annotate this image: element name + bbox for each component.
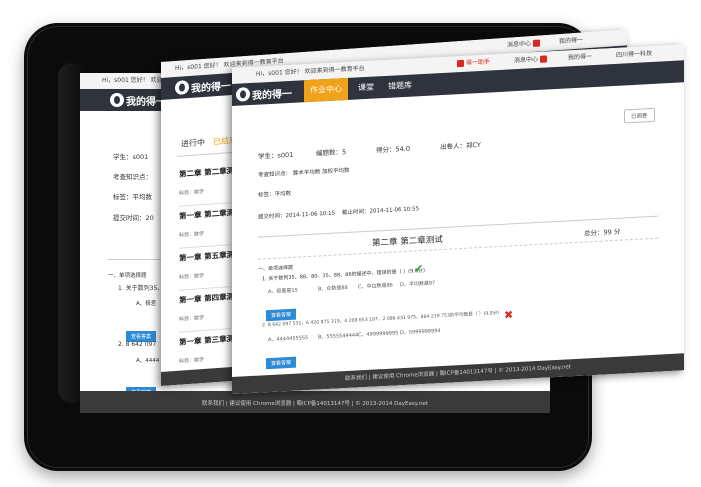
region-menu[interactable]: 四川得一科技 (616, 46, 652, 64)
list-item[interactable]: 第一章 第二章测 科目：数学 (179, 207, 235, 249)
q1-option-d: D、平均数是87 (400, 280, 436, 289)
q2-option-b: B、5555544444 (318, 332, 359, 341)
q2-option-a: A、4444455555 (268, 335, 309, 344)
divider (108, 259, 168, 260)
tab-classroom[interactable]: 课堂 (358, 77, 374, 100)
footer-text: 联系我们 | 建议使用 Chrome浏览器 | 蜀ICP备14013147号 |… (202, 401, 428, 407)
message-label: 消息中心 (514, 55, 539, 65)
tab-homework-center[interactable]: 作业中心 (304, 77, 348, 103)
question-count: 编题数：5 (316, 148, 347, 158)
greeting-text: Hi，s001 您好！ 欢迎来到得一教育平台 (256, 65, 365, 78)
tags-label: 标签：平均数 (258, 190, 292, 199)
q1-option-c: C、中位数是86 (358, 282, 393, 291)
review-button-2-label: 查看答案 (266, 356, 297, 370)
q2-option-d: D、5999999994 (400, 328, 441, 337)
total-score: 总分：99 分 (584, 227, 621, 238)
review-button-label: 查看答案 (266, 308, 297, 322)
question-1-option: A、极差 (136, 301, 157, 307)
correct-icon: ✔ (414, 261, 424, 276)
review-button[interactable]: 查看答案 (266, 301, 297, 322)
logo-text: 我的得一 (252, 88, 292, 102)
student-label: 学生：s001 (258, 150, 294, 161)
score-label: 得分：54.0 (376, 144, 410, 155)
logo-icon (236, 87, 250, 102)
question-2: 2. 8 642 097 (118, 341, 157, 348)
list-item[interactable]: 第一章 第四章测 科目：数学 (179, 291, 235, 333)
chapter-subject: 科目：数学 (179, 188, 205, 197)
student-label: 学生：s001 (113, 153, 149, 161)
question-2: 2. 8 642 097 531，6 420 875 319，4 208 653… (262, 311, 499, 329)
message-center[interactable]: 消息中心 (514, 51, 547, 69)
q2-option-c: C、4999999995 (358, 330, 399, 339)
tab-in-progress[interactable]: 进行中 (181, 137, 205, 150)
knowledge-label: 考查知识点： 算术平均数 加权平均数 (258, 167, 350, 179)
back-footer: 联系我们 | 建议使用 Chrome浏览器 | 蜀ICP备14013147号 |… (80, 391, 550, 413)
submit-time: 提交时间：2014-11-06 10:15 (258, 210, 336, 221)
title-divider (258, 237, 658, 260)
deadline: 截止时间：2014-11-06 10:55 (342, 206, 420, 217)
review-button[interactable]: 查看答案 (126, 323, 157, 342)
tab-wrong-questions[interactable]: 错题库 (388, 75, 412, 98)
user-menu[interactable]: 我的得一 (559, 32, 583, 50)
teacher-label: 出卷人：郑CY (440, 140, 481, 152)
helper-icon (457, 59, 464, 68)
chapter-subject: 科目：数学 (179, 356, 205, 365)
tab-divider (177, 151, 237, 157)
user-menu[interactable]: 我的得一 (568, 49, 592, 66)
knowledge-label: 考查知识点： (113, 173, 152, 181)
chapter-title: 第一章 第五章测 (179, 249, 235, 263)
list-item[interactable]: 第二章 第二章测 科目：数学 (179, 165, 235, 207)
notification-badge (532, 39, 540, 47)
wrong-icon: ✖ (504, 308, 514, 322)
section-title: 一、单项选择题 (258, 264, 294, 273)
exam-title: 第二章 第二章测试 (372, 234, 443, 249)
section-title: 一、单项选择题 (108, 273, 147, 279)
chapter-title: 第二章 第二章测 (179, 165, 235, 179)
front-page: Hi，s001 您好！ 欢迎来到得一教育平台 得一助手 消息中心 我的得一 四川… (232, 44, 684, 395)
helper-link[interactable]: 得一助手 (457, 54, 490, 72)
logo[interactable]: 我的得一 (110, 92, 166, 108)
status-badge[interactable]: 已阅卷 (624, 107, 655, 124)
chapter-title: 第一章 第四章测 (179, 291, 235, 305)
logo-icon (110, 93, 124, 107)
chapter-title: 第一章 第二章测 (179, 207, 235, 221)
chapter-title: 第一章 第三章测 (179, 333, 235, 347)
logo[interactable]: 我的得一 (236, 84, 292, 103)
message-label: 消息中心 (507, 40, 532, 49)
logo-text: 我的得一 (191, 80, 231, 95)
question-1: 1. 关于数列35、 (118, 285, 164, 292)
submit-label: 提交时间：20 (113, 214, 154, 222)
helper-label: 得一助手 (465, 58, 490, 67)
review-button-2[interactable]: 查看答案 (266, 349, 297, 370)
chapter-subject: 科目：数学 (179, 272, 205, 281)
chapter-subject: 科目：数学 (179, 314, 205, 323)
chapter-subject: 科目：数学 (179, 230, 205, 239)
question-2-option: A、4444 (136, 358, 160, 364)
q1-option-b: B、众数是88 (318, 284, 348, 293)
logo-text: 我的得一 (126, 96, 166, 108)
notification-badge (539, 55, 547, 63)
list-item[interactable]: 第一章 第五章测 科目：数学 (179, 249, 235, 291)
q1-option-a: A、极差是15 (268, 287, 298, 296)
tags-label: 标签：平均数 (113, 193, 152, 201)
logo[interactable]: 我的得一 (175, 76, 231, 96)
logo-icon (175, 80, 189, 96)
